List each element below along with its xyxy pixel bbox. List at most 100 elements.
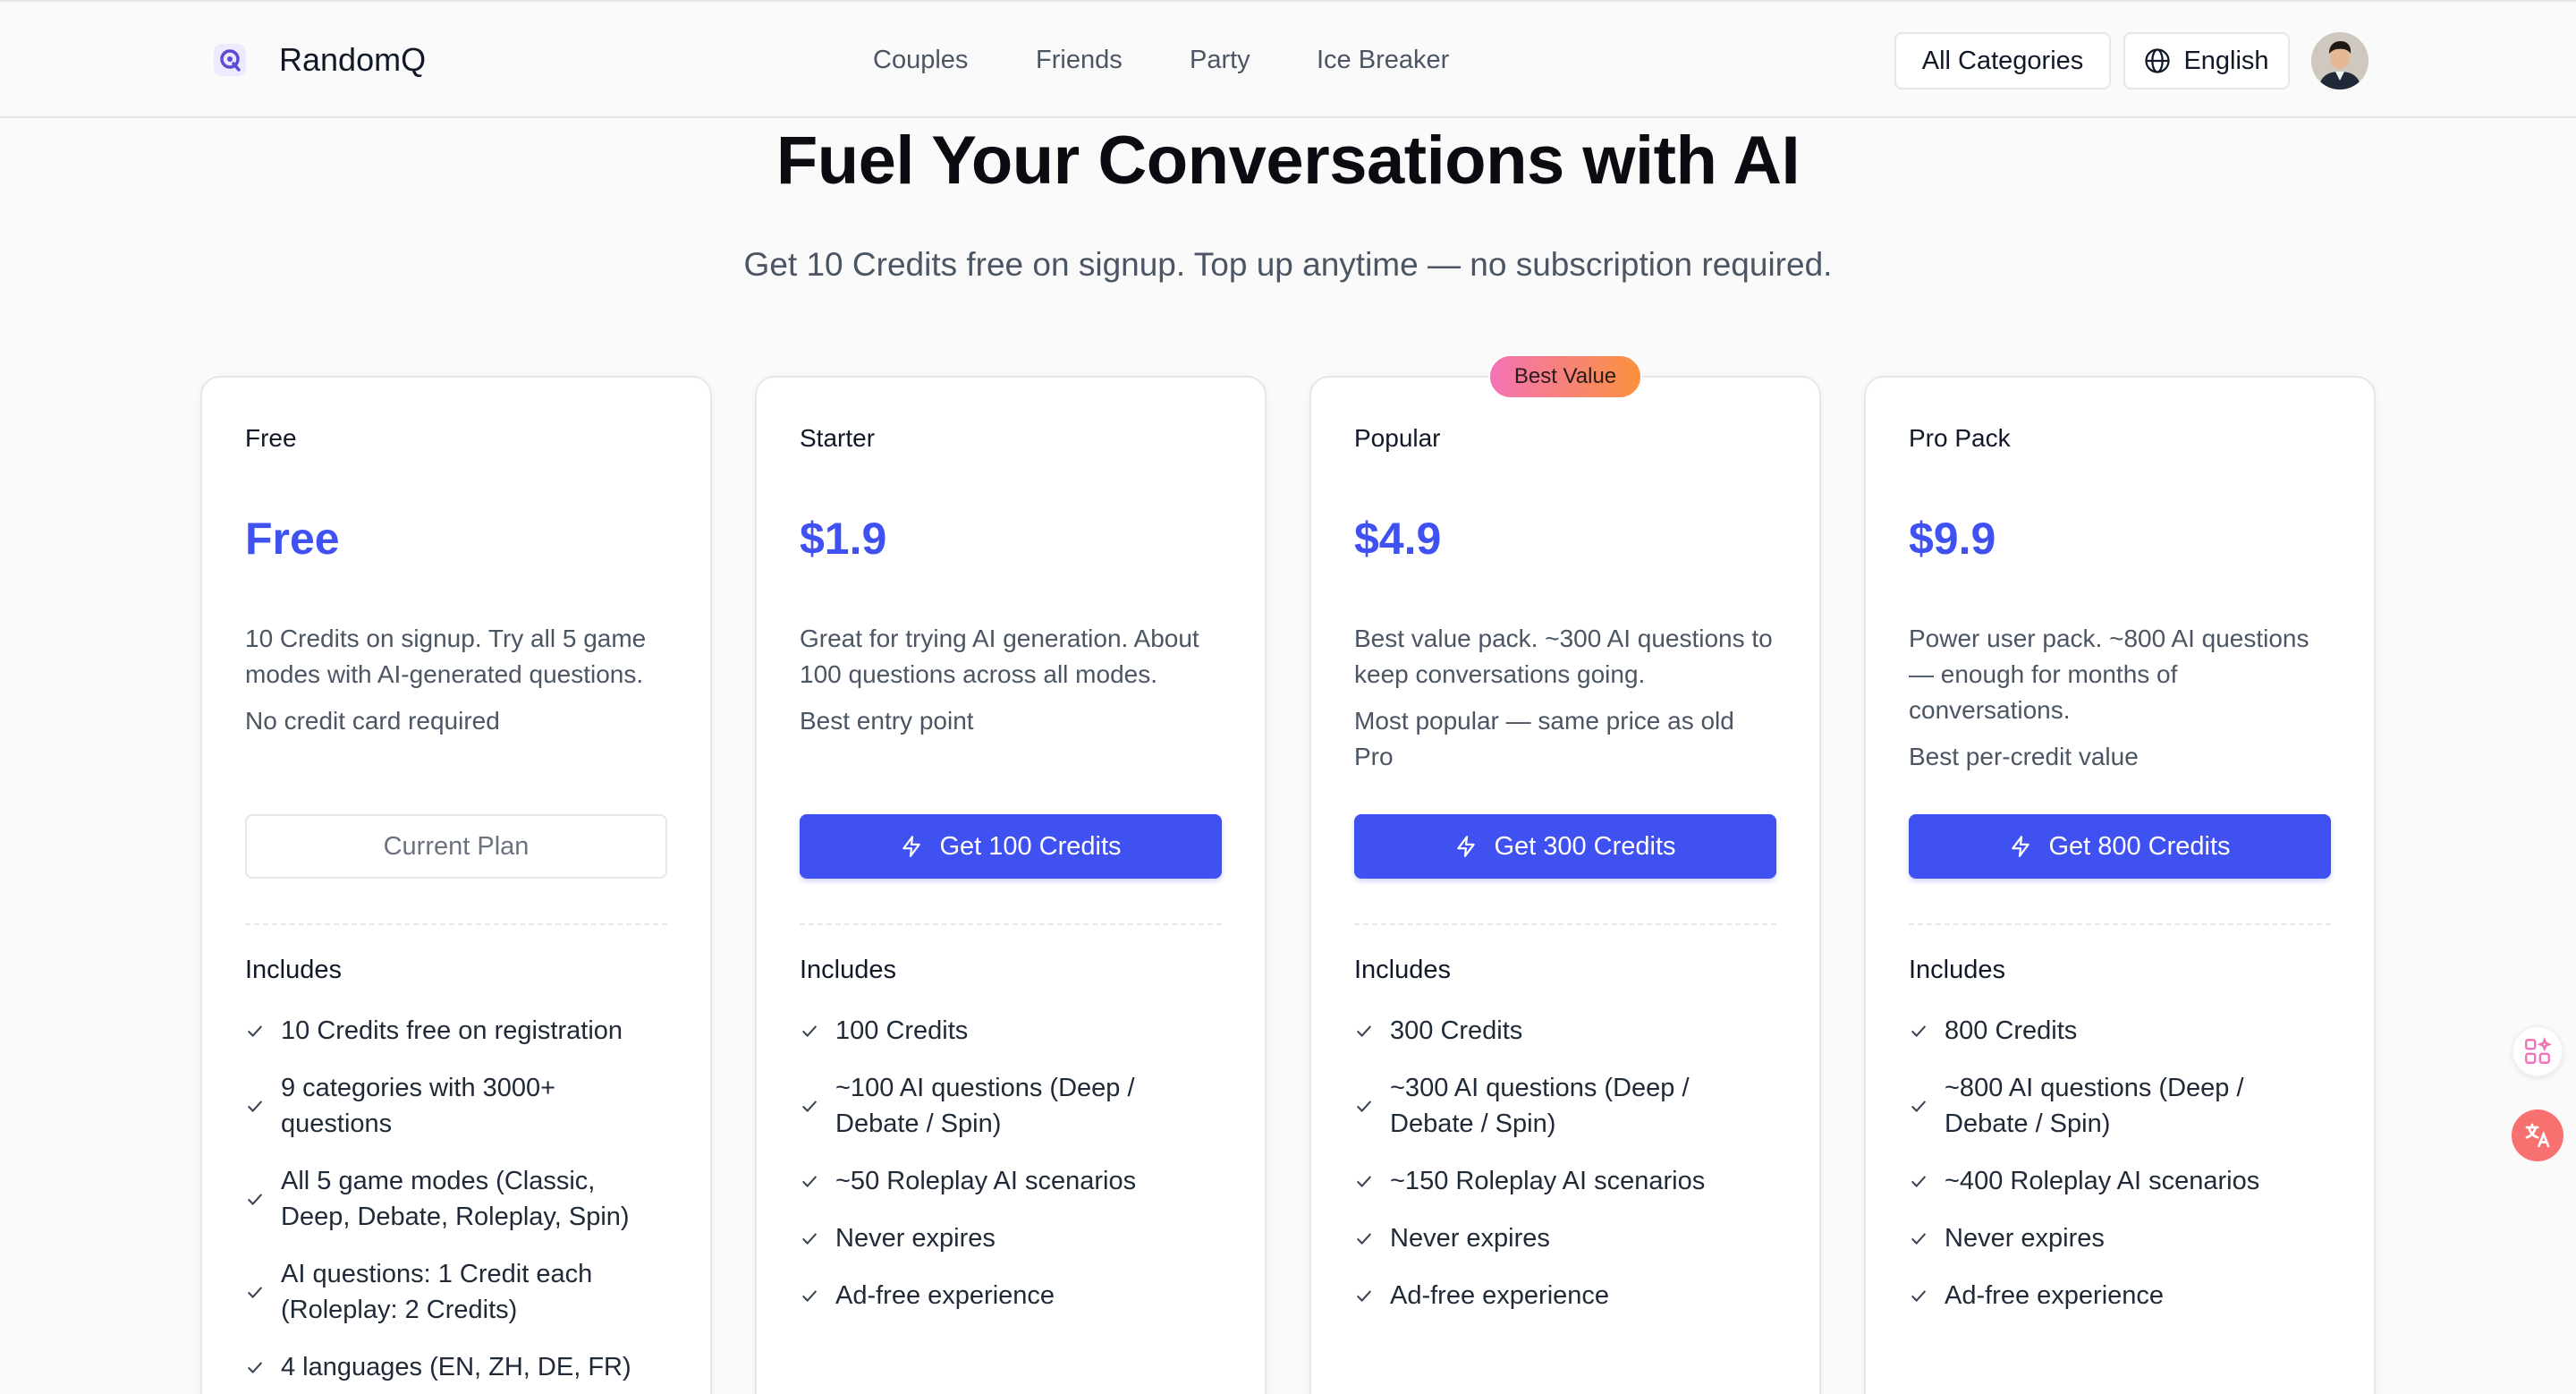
feature-list: 100 Credits ~100 AI questions (Deep / De… <box>800 1013 1222 1335</box>
list-item: Never expires <box>1354 1220 1776 1256</box>
translate-button[interactable] <box>2512 1109 2563 1161</box>
includes-heading: Includes <box>1909 956 2006 984</box>
check-icon <box>801 1101 818 1112</box>
user-avatar[interactable] <box>2311 32 2368 89</box>
button-label: Current Plan <box>383 831 530 861</box>
plan-name: Pro Pack <box>1909 424 2011 452</box>
list-item: 300 Credits <box>1354 1013 1776 1049</box>
feature-text: ~800 AI questions (Deep / Debate / Spin) <box>1945 1074 2244 1138</box>
plan-name: Popular <box>1354 424 1441 452</box>
pricing-page: RandomQ Couples Friends Party Ice Breake… <box>0 0 2576 1394</box>
plan-description: Great for trying AI generation. About 10… <box>800 625 1199 688</box>
list-item: ~100 AI questions (Deep / Debate / Spin) <box>800 1070 1222 1142</box>
feature-text: 4 languages (EN, ZH, DE, FR) <box>281 1353 631 1381</box>
current-plan-button[interactable]: Current Plan <box>245 814 667 879</box>
plan-name: Starter <box>800 424 876 452</box>
plan-note: Best per-credit value <box>1909 743 2139 770</box>
list-item: Ad-free experience <box>1909 1278 2331 1313</box>
plan-card-popular: Popular $4.9 Best value pack. ~300 AI qu… <box>1309 376 1821 1394</box>
check-icon <box>1911 1025 1927 1037</box>
feature-text: All 5 game modes (Classic, Deep, Debate,… <box>281 1167 630 1231</box>
check-icon <box>1911 1101 1927 1112</box>
check-icon <box>1356 1233 1372 1245</box>
nav-ice-breaker[interactable]: Ice Breaker <box>1317 39 1449 81</box>
check-icon <box>801 1025 818 1037</box>
list-item: 10 Credits free on registration <box>245 1013 667 1049</box>
check-icon <box>1911 1290 1927 1302</box>
plan-price: Free <box>245 514 340 564</box>
page-title: Fuel Your Conversations with AI <box>775 123 1801 199</box>
plan-description-block: Best value pack. ~300 AI questions to ke… <box>1354 621 1776 786</box>
list-item: AI questions: 1 Credit each (Roleplay: 2… <box>245 1256 667 1328</box>
feature-text: Ad-free experience <box>835 1281 1055 1310</box>
button-label: Get 100 Credits <box>939 831 1122 861</box>
list-item: 4 languages (EN, ZH, DE, FR) <box>245 1349 667 1385</box>
plan-card-starter: Starter $1.9 Great for trying AI generat… <box>755 376 1267 1394</box>
feature-text: ~50 Roleplay AI scenarios <box>835 1167 1137 1195</box>
button-label: Get 800 Credits <box>2048 831 2231 861</box>
plan-description-block: Great for trying AI generation. About 10… <box>800 621 1222 750</box>
check-icon <box>1356 1025 1372 1037</box>
divider <box>245 923 667 925</box>
feature-text: 10 Credits free on registration <box>281 1016 623 1045</box>
check-icon <box>247 1025 263 1037</box>
best-value-badge: Best Value <box>1488 354 1642 399</box>
check-icon <box>1911 1176 1927 1187</box>
feature-text: ~100 AI questions (Deep / Debate / Spin) <box>835 1074 1135 1138</box>
nav-couples[interactable]: Couples <box>873 39 968 81</box>
feature-text: 300 Credits <box>1390 1016 1523 1045</box>
get-300-credits-button[interactable]: Get 300 Credits <box>1354 814 1776 879</box>
check-icon <box>1356 1290 1372 1302</box>
plan-note: Most popular — same price as old Pro <box>1354 707 1734 770</box>
avatar-image <box>2311 32 2368 89</box>
get-800-credits-button[interactable]: Get 800 Credits <box>1909 814 2331 879</box>
lightning-icon <box>1457 836 1476 857</box>
plan-description: Best value pack. ~300 AI questions to ke… <box>1354 625 1773 688</box>
feature-text: 100 Credits <box>835 1016 969 1045</box>
nav-party[interactable]: Party <box>1190 39 1250 81</box>
list-item: Never expires <box>1909 1220 2331 1256</box>
brand-name[interactable]: RandomQ <box>279 39 426 81</box>
nav-friends[interactable]: Friends <box>1036 39 1123 81</box>
feature-text: ~300 AI questions (Deep / Debate / Spin) <box>1390 1074 1690 1138</box>
plan-description: 10 Credits on signup. Try all 5 game mod… <box>245 625 647 688</box>
apps-sparkle-button[interactable] <box>2512 1025 2563 1077</box>
check-icon <box>801 1290 818 1302</box>
button-label: Get 300 Credits <box>1494 831 1676 861</box>
list-item: All 5 game modes (Classic, Deep, Debate,… <box>245 1163 667 1235</box>
check-icon <box>1911 1233 1927 1245</box>
check-icon <box>801 1233 818 1245</box>
list-item: Never expires <box>800 1220 1222 1256</box>
question-logo-icon[interactable] <box>213 43 247 77</box>
feature-text: Never expires <box>1390 1224 1550 1253</box>
list-item: 800 Credits <box>1909 1013 2331 1049</box>
includes-heading: Includes <box>1354 956 1452 984</box>
feature-text: Never expires <box>1945 1224 2105 1253</box>
check-icon <box>801 1176 818 1187</box>
list-item: 9 categories with 3000+ questions <box>245 1070 667 1142</box>
list-item: ~50 Roleplay AI scenarios <box>800 1163 1222 1199</box>
globe-icon <box>2145 48 2171 73</box>
check-icon <box>247 1194 263 1205</box>
plan-price: $9.9 <box>1909 514 1996 564</box>
lightning-icon <box>902 836 921 857</box>
feature-text: Ad-free experience <box>1390 1281 1610 1310</box>
plan-description-block: 10 Credits on signup. Try all 5 game mod… <box>245 621 667 750</box>
plan-description: Power user pack. ~800 AI questions — eno… <box>1909 625 2309 724</box>
plan-price: $4.9 <box>1354 514 1442 564</box>
check-icon <box>247 1362 263 1373</box>
feature-text: 800 Credits <box>1945 1016 2078 1045</box>
plan-note: No credit card required <box>245 707 500 735</box>
check-icon <box>1356 1176 1372 1187</box>
language-button[interactable]: English <box>2123 32 2290 89</box>
includes-heading: Includes <box>245 956 343 984</box>
get-100-credits-button[interactable]: Get 100 Credits <box>800 814 1222 879</box>
list-item: ~800 AI questions (Deep / Debate / Spin) <box>1909 1070 2331 1142</box>
lightning-icon <box>2012 836 2030 857</box>
check-icon <box>247 1101 263 1112</box>
plan-price: $1.9 <box>800 514 887 564</box>
list-item: 100 Credits <box>800 1013 1222 1049</box>
list-item: Ad-free experience <box>1354 1278 1776 1313</box>
all-categories-button[interactable]: All Categories <box>1894 32 2111 89</box>
language-label: English <box>2183 46 2269 75</box>
